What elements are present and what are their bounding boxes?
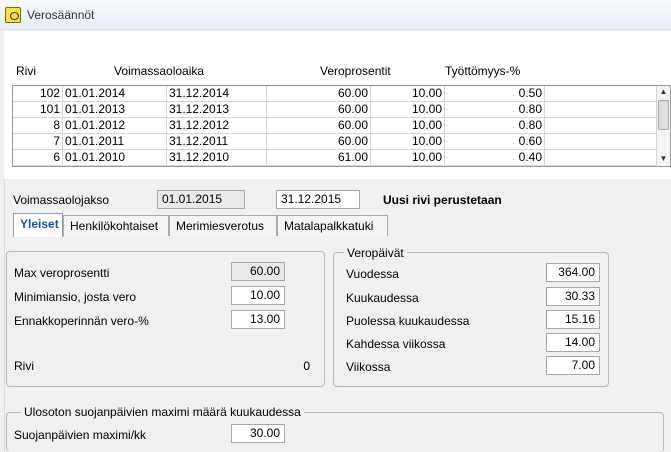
tax-days-title: Veropäivät [344, 246, 407, 260]
table-cell[interactable]: 7 [13, 134, 63, 149]
tax-rules-app-icon [5, 7, 21, 23]
max-tax-field[interactable]: 60.00 [231, 262, 285, 281]
table-cell[interactable]: 10.00 [371, 134, 445, 149]
column-header-tax-rates: Veroprosentit [320, 64, 391, 78]
table-cell[interactable]: 31.12.2013 [167, 102, 267, 117]
table-cell[interactable]: 8 [13, 118, 63, 133]
enforcement-protection-title: Ulosoton suojanpäivien maximi määrä kuuk… [21, 405, 304, 419]
advance-tax-label: Ennakkoperinnän vero-% [14, 314, 149, 328]
column-header-validity: Voimassaoloaika [114, 64, 205, 78]
table-cell[interactable]: 31.12.2014 [167, 86, 267, 101]
minimum-income-label: Minimiansio, josta vero [14, 290, 137, 304]
protection-days-label: Suojanpäivien maximi/kk [14, 428, 147, 442]
column-header-row: Rivi [16, 64, 36, 78]
row-label: Rivi [14, 359, 34, 373]
table-cell[interactable]: 6 [13, 150, 63, 165]
table-cell[interactable]: 0.80 [445, 118, 545, 133]
minimum-income-field[interactable]: 10.00 [231, 286, 285, 305]
tab-low-wage-subsidy[interactable]: Matalapalkkatuki [277, 215, 388, 236]
month-days-field[interactable]: 30.33 [546, 287, 600, 306]
table-cell[interactable]: 0.40 [445, 150, 545, 165]
tax-rule-table[interactable]: 102 01.01.2014 31.12.2014 60.00 10.00 0.50 101… [12, 85, 671, 167]
advance-tax-field[interactable]: 13.00 [231, 310, 285, 329]
tab-personal[interactable]: Henkilökohtaiset [63, 215, 169, 236]
tab-seafarer-tax[interactable]: Merimiesverotus [169, 215, 277, 236]
tab-general[interactable]: Yleiset [13, 213, 63, 237]
table-cell[interactable]: 01.01.2012 [63, 118, 167, 133]
table-row[interactable]: 6 01.01.2010 31.12.2010 61.00 10.00 0.40 [13, 150, 670, 166]
month-label: Kuukaudessa [346, 291, 419, 305]
table-cell[interactable]: 31.12.2012 [167, 118, 267, 133]
table-cell[interactable]: 60.00 [267, 118, 371, 133]
two-weeks-days-field[interactable]: 14.00 [546, 333, 600, 352]
table-cell[interactable]: 01.01.2013 [63, 102, 167, 117]
table-cell[interactable]: 60.00 [267, 86, 371, 101]
validity-end-field[interactable]: 31.12.2015 [276, 190, 360, 209]
table-cell[interactable]: 10.00 [371, 102, 445, 117]
table-scrollbar[interactable]: ▲ ▼ [656, 86, 670, 166]
year-label: Vuodessa [346, 267, 399, 281]
table-cell[interactable]: 0.60 [445, 134, 545, 149]
max-tax-label: Max veroprosentti [14, 266, 110, 280]
table-cell[interactable]: 31.12.2010 [167, 150, 267, 165]
half-month-label: Puolessa kuukaudessa [346, 314, 470, 328]
protection-days-field[interactable]: 30.00 [231, 424, 285, 443]
half-month-days-field[interactable]: 15.16 [546, 310, 600, 329]
table-cell[interactable]: 60.00 [267, 102, 371, 117]
week-label: Viikossa [346, 360, 391, 374]
table-cell[interactable]: 10.00 [371, 150, 445, 165]
table-cell[interactable]: 01.01.2011 [63, 134, 167, 149]
scroll-down-arrow-icon[interactable]: ▼ [657, 153, 670, 165]
table-cell[interactable]: 101 [13, 102, 63, 117]
table-cell[interactable]: 10.00 [371, 86, 445, 101]
table-cell[interactable]: 01.01.2014 [63, 86, 167, 101]
table-row[interactable]: 102 01.01.2014 31.12.2014 60.00 10.00 0.50 [13, 86, 670, 102]
window-titlebar: Verosäännöt [0, 0, 671, 30]
new-row-status: Uusi rivi perustetaan [383, 193, 502, 207]
scrollbar-thumb[interactable] [658, 100, 669, 130]
window-title: Verosäännöt [27, 8, 95, 22]
table-row[interactable]: 101 01.01.2013 31.12.2013 60.00 10.00 0.80 [13, 102, 670, 118]
table-cell[interactable]: 10.00 [371, 118, 445, 133]
year-days-field[interactable]: 364.00 [546, 263, 600, 282]
validity-period-label: Voimassaolojakso [13, 193, 110, 207]
table-row[interactable]: 8 01.01.2012 31.12.2012 60.00 10.00 0.80 [13, 118, 670, 134]
table-row[interactable]: 7 01.01.2011 31.12.2011 60.00 10.00 0.60 [13, 134, 670, 150]
row-value: 0 [303, 359, 310, 373]
table-cell[interactable]: 102 [13, 86, 63, 101]
validity-start-field[interactable]: 01.01.2015 [157, 190, 245, 209]
table-cell[interactable]: 61.00 [267, 150, 371, 165]
two-weeks-label: Kahdessa viikossa [346, 337, 446, 351]
column-header-unemployment: Työttömyys-% [445, 64, 521, 78]
table-cell[interactable]: 60.00 [267, 134, 371, 149]
table-cell[interactable]: 0.80 [445, 102, 545, 117]
table-cell[interactable]: 31.12.2011 [167, 134, 267, 149]
scroll-up-arrow-icon[interactable]: ▲ [657, 86, 670, 98]
table-cell[interactable]: 0.50 [445, 86, 545, 101]
week-days-field[interactable]: 7.00 [546, 356, 600, 375]
table-cell[interactable]: 01.01.2010 [63, 150, 167, 165]
